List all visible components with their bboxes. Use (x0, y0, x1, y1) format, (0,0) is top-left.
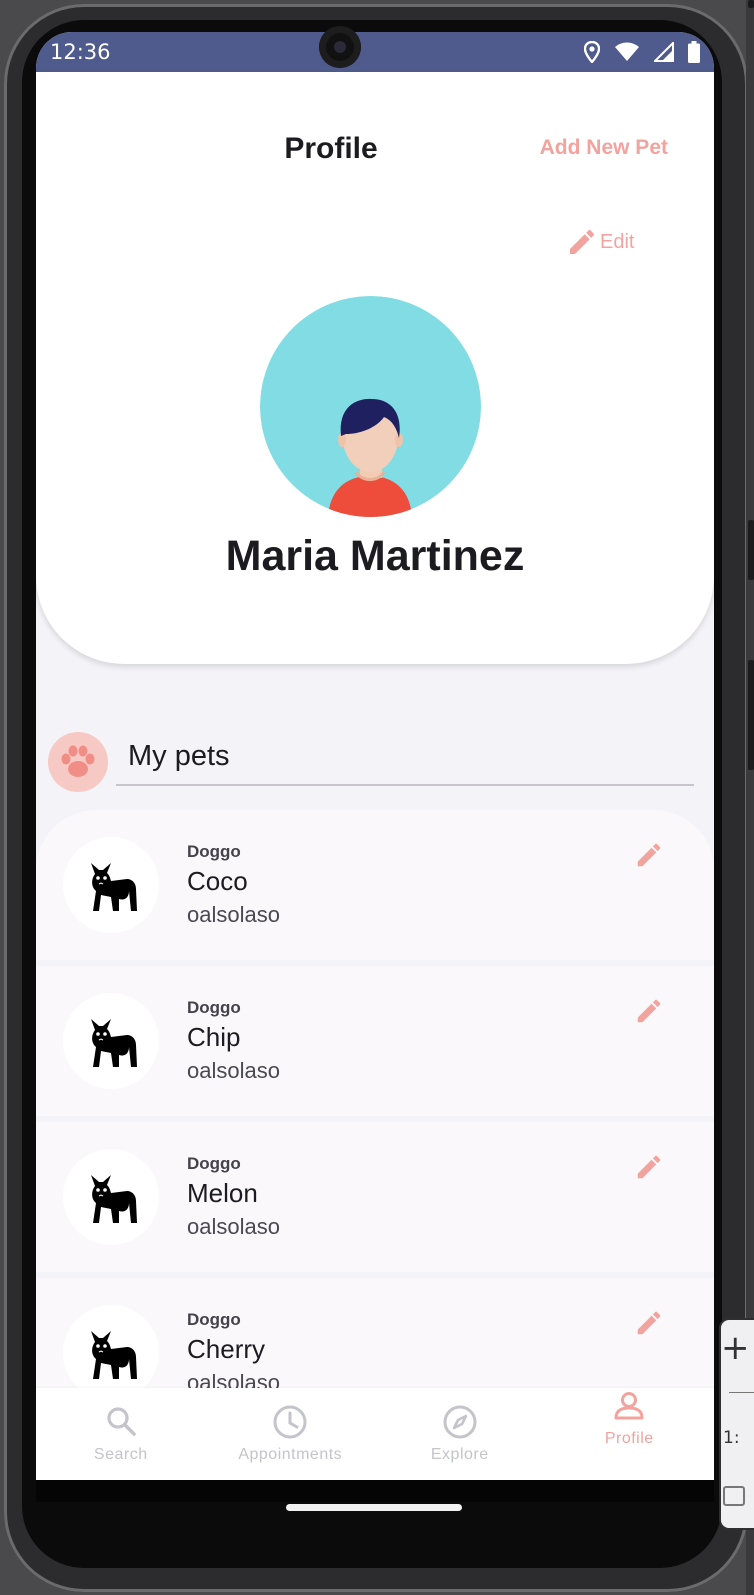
nav-item-profile[interactable]: Profile (545, 1388, 715, 1480)
avatar (260, 296, 481, 517)
status-time: 12:36 (50, 40, 111, 64)
bottom-navigation: Search Appointments Explore Profile (36, 1388, 714, 1480)
nav-label: Search (93, 1446, 148, 1463)
side-button (748, 660, 754, 770)
edit-label: Edit (600, 230, 635, 253)
section-divider (116, 784, 694, 786)
pet-breed: Doggo (187, 1310, 241, 1329)
cat-icon (91, 863, 137, 911)
nav-item-search[interactable]: Search (36, 1388, 206, 1480)
paw-badge (48, 732, 108, 792)
pencil-icon (570, 229, 595, 254)
status-icons (584, 41, 700, 63)
signal-icon (654, 42, 674, 62)
pet-breed: Doggo (187, 1154, 241, 1173)
pet-owner: oalsolaso (187, 902, 280, 927)
edit-pet-icon[interactable] (634, 996, 664, 1026)
frame-icon[interactable] (723, 1486, 745, 1506)
my-pets-header: My pets (48, 732, 704, 812)
profile-header-card: Profile Add New Pet Edit Maria Martinez (36, 72, 714, 664)
pet-name: Chip (187, 1022, 241, 1052)
plus-icon[interactable]: + (721, 1328, 750, 1368)
pet-breed: Doggo (187, 842, 241, 861)
divider (729, 1392, 754, 1393)
nav-item-appointments[interactable]: Appointments (206, 1388, 376, 1480)
cat-icon (91, 1019, 137, 1067)
home-indicator[interactable] (286, 1504, 462, 1511)
cat-icon (91, 1331, 137, 1379)
side-button (748, 520, 754, 580)
emulator-side-panel: + 1: (719, 1318, 754, 1530)
pet-name: Coco (187, 866, 248, 896)
compass-icon (443, 1405, 477, 1439)
pet-breed: Doggo (187, 998, 241, 1017)
search-icon (107, 1407, 136, 1436)
side-button (748, 0, 754, 8)
page-title: Profile (284, 132, 378, 165)
list-item[interactable]: Doggo Coco oalsolaso (36, 810, 714, 960)
person-icon (614, 1392, 644, 1420)
edit-pet-icon[interactable] (634, 1308, 664, 1338)
user-avatar-illustration (260, 296, 481, 517)
user-name: Maria Martinez (225, 532, 525, 580)
cat-icon (91, 1175, 137, 1223)
gesture-area (36, 1480, 714, 1502)
ratio-label[interactable]: 1: (723, 1428, 740, 1448)
app-screen: 12:36 Profile Add New Pet Edit Maria Mar… (36, 32, 714, 1502)
paw-icon (61, 745, 95, 777)
edit-pet-icon[interactable] (634, 840, 664, 870)
pet-avatar (63, 1305, 159, 1401)
clock-icon (273, 1405, 307, 1439)
add-new-pet-button[interactable]: Add New Pet (540, 136, 668, 160)
pet-avatar (63, 993, 159, 1089)
pet-name: Cherry (187, 1334, 266, 1364)
battery-icon (688, 41, 700, 63)
pet-name: Melon (187, 1178, 258, 1208)
location-icon (584, 41, 600, 63)
status-bar: 12:36 (36, 32, 714, 72)
pet-avatar (63, 1149, 159, 1245)
section-title: My pets (128, 740, 230, 772)
list-item[interactable]: Doggo Melon oalsolaso (36, 1122, 714, 1272)
pet-owner: oalsolaso (187, 1214, 280, 1239)
nav-label: Appointments (238, 1446, 343, 1463)
pet-avatar (63, 837, 159, 933)
list-item[interactable]: Doggo Chip oalsolaso (36, 966, 714, 1116)
nav-label: Profile (604, 1430, 654, 1447)
nav-item-explore[interactable]: Explore (375, 1388, 545, 1480)
front-camera (319, 26, 361, 68)
wifi-icon (615, 42, 639, 61)
edit-pet-icon[interactable] (634, 1152, 664, 1182)
pet-owner: oalsolaso (187, 1058, 280, 1083)
nav-label: Explore (430, 1446, 489, 1463)
edit-profile-button[interactable]: Edit (566, 226, 634, 258)
